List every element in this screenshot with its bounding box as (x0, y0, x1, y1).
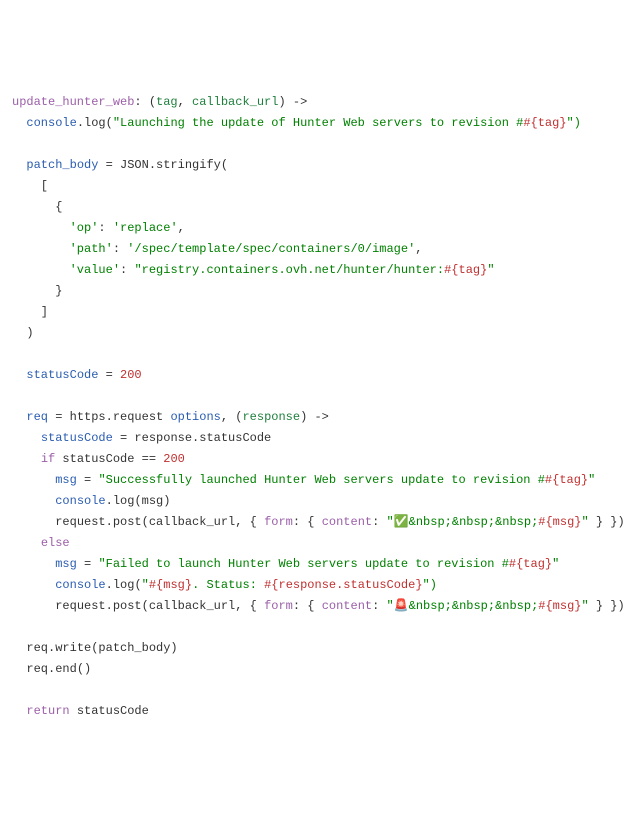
function-name: update_hunter_web (12, 95, 134, 109)
code-block: update_hunter_web: (tag, callback_url) -… (12, 92, 620, 722)
